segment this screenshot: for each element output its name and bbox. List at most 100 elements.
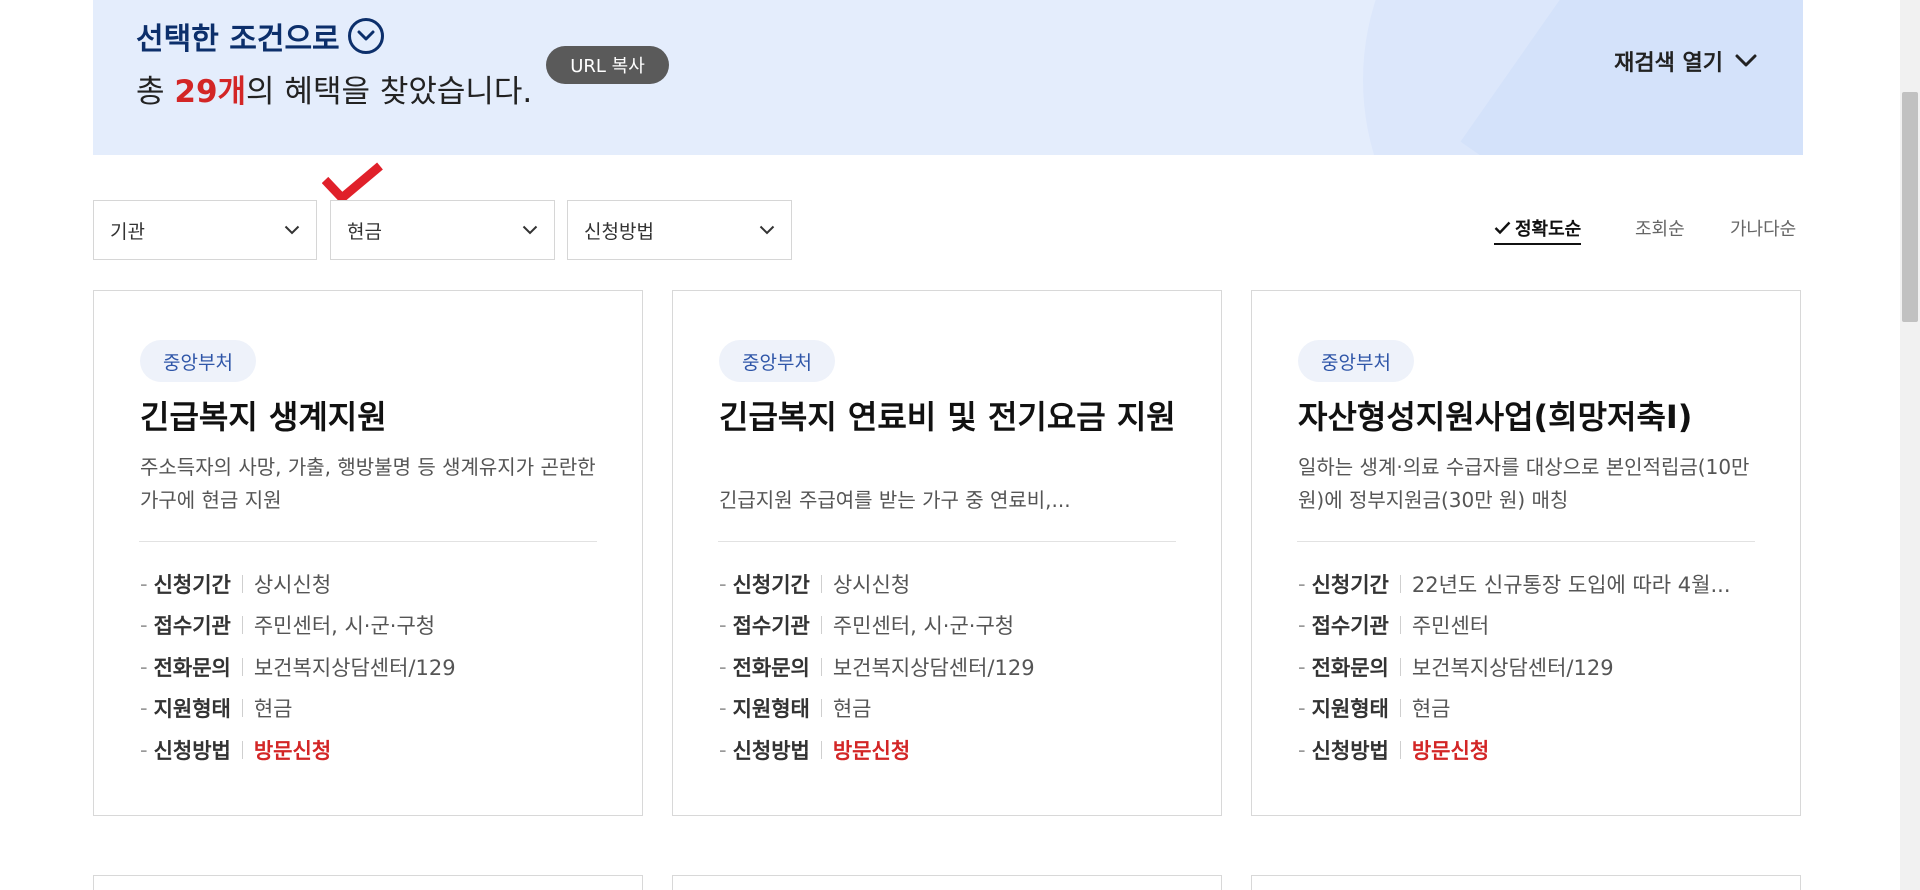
card-description: 긴급지원 주급여를 받는 가구 중 연료비,... bbox=[719, 488, 1071, 512]
benefit-card[interactable]: 중앙부처 긴급복지 생계지원 주소득자의 사망, 가출, 행방불명 등 생계유지… bbox=[93, 290, 643, 816]
info-value: 주민센터, 시·군·구청 bbox=[832, 614, 1015, 639]
dash-bullet: - bbox=[140, 737, 148, 762]
info-row: - 신청방법 방문신청 bbox=[719, 729, 1189, 771]
info-label: 신청방법 bbox=[1311, 738, 1389, 763]
dash-bullet: - bbox=[719, 654, 727, 679]
info-value: 보건복지상담센터/129 bbox=[253, 655, 456, 680]
separator bbox=[820, 616, 822, 635]
info-row: - 신청기간 22년도 신규통장 도입에 따라 4월... bbox=[1298, 563, 1768, 605]
info-label: 신청방법 bbox=[732, 738, 810, 763]
info-value: 상시신청 bbox=[253, 572, 332, 597]
chevron-down-icon bbox=[522, 225, 538, 235]
info-row: - 신청방법 방문신청 bbox=[1298, 729, 1768, 771]
dash-bullet: - bbox=[1298, 737, 1306, 762]
card-description: 일하는 생계·의료 수급자를 대상으로 본인적립금(10만 원)에 정부지원금(… bbox=[1298, 455, 1750, 512]
separator bbox=[820, 699, 822, 718]
info-value: 현금 bbox=[1411, 697, 1451, 722]
info-row: - 지원형태 현금 bbox=[719, 688, 1189, 730]
url-copy-button[interactable]: URL 복사 bbox=[546, 46, 669, 84]
info-label: 전화문의 bbox=[1311, 655, 1389, 680]
dash-bullet: - bbox=[1298, 571, 1306, 596]
info-row: - 신청방법 방문신청 bbox=[140, 729, 610, 771]
info-value: 22년도 신규통장 도입에 따라 4월... bbox=[1411, 572, 1731, 597]
condition-toggle[interactable]: 선택한 조건으로 bbox=[136, 14, 384, 58]
separator bbox=[241, 616, 243, 635]
card-title[interactable]: 자산형성지원사업(희망저축Ⅰ) bbox=[1298, 397, 1768, 437]
dash-bullet: - bbox=[719, 737, 727, 762]
card-divider bbox=[139, 541, 597, 542]
info-value: 보건복지상담센터/129 bbox=[1411, 655, 1614, 680]
page-scrollbar[interactable] bbox=[1900, 0, 1920, 890]
info-label: 신청기간 bbox=[732, 572, 810, 597]
info-label: 지원형태 bbox=[153, 697, 231, 722]
result-summary: 총 29개의 혜택을 찾았습니다. bbox=[136, 66, 532, 111]
scrollbar-thumb[interactable] bbox=[1902, 92, 1918, 322]
separator bbox=[1399, 740, 1401, 759]
filter-label: 기관 bbox=[110, 220, 145, 243]
card-divider bbox=[718, 541, 1176, 542]
separator bbox=[241, 740, 243, 759]
info-label: 접수기관 bbox=[153, 614, 231, 639]
card-badge: 중앙부처 bbox=[1298, 340, 1414, 382]
filter-label: 현금 bbox=[347, 220, 382, 243]
info-value: 상시신청 bbox=[832, 572, 911, 597]
info-row: - 접수기관 주민센터, 시·군·구청 bbox=[140, 605, 610, 647]
dash-bullet: - bbox=[1298, 696, 1306, 721]
dash-bullet: - bbox=[140, 571, 148, 596]
condition-title: 선택한 조건으로 bbox=[136, 22, 340, 57]
info-value-highlight: 방문신청 bbox=[253, 738, 332, 763]
separator bbox=[1399, 574, 1401, 593]
sort-accuracy[interactable]: 정확도순 bbox=[1494, 215, 1582, 245]
card-info-list: - 신청기간 상시신청 - 접수기관 주민센터, 시·군·구청 - 전화문의 보건복지상담센… bbox=[719, 563, 1189, 771]
sort-alphabetical[interactable]: 가나다순 bbox=[1730, 215, 1796, 241]
page: 선택한 조건으로 총 29개의 혜택을 찾았습니다. URL 복사 재검색 열기… bbox=[0, 0, 1920, 890]
research-label: 재검색 열기 bbox=[1614, 51, 1723, 76]
filter-agency-select[interactable]: 기관 bbox=[93, 200, 317, 260]
info-label: 전화문의 bbox=[153, 655, 231, 680]
card-title[interactable]: 긴급복지 연료비 및 전기요금 지원 bbox=[719, 397, 1189, 437]
info-label: 접수기관 bbox=[1311, 614, 1389, 639]
card-info-list: - 신청기간 상시신청 - 접수기관 주민센터, 시·군·구청 - 전화문의 보건복지상담센… bbox=[140, 563, 610, 771]
info-value: 현금 bbox=[253, 697, 293, 722]
info-label: 접수기관 bbox=[732, 614, 810, 639]
dash-bullet: - bbox=[719, 696, 727, 721]
check-icon bbox=[1494, 221, 1511, 235]
separator bbox=[1399, 657, 1401, 676]
info-label: 지원형태 bbox=[732, 697, 810, 722]
info-row: - 지원형태 현금 bbox=[1298, 688, 1768, 730]
info-value-highlight: 방문신청 bbox=[1411, 738, 1490, 763]
info-label: 전화문의 bbox=[732, 655, 810, 680]
separator bbox=[820, 574, 822, 593]
dash-bullet: - bbox=[140, 654, 148, 679]
benefit-card[interactable]: 중앙부처 긴급복지 연료비 및 전기요금 지원 긴급지원 주급여를 받는 가구 … bbox=[672, 290, 1222, 816]
dash-bullet: - bbox=[140, 696, 148, 721]
sort-views[interactable]: 조회순 bbox=[1635, 215, 1685, 241]
card-description: 주소득자의 사망, 가출, 행방불명 등 생계유지가 곤란한 가구에 현금 지원 bbox=[140, 455, 596, 512]
research-open-button[interactable]: 재검색 열기 bbox=[1614, 45, 1757, 77]
card-title[interactable]: 긴급복지 생계지원 bbox=[140, 397, 610, 437]
card-badge: 중앙부처 bbox=[719, 340, 835, 382]
chevron-down-icon bbox=[284, 225, 300, 235]
benefit-card-partial[interactable] bbox=[672, 875, 1222, 890]
info-label: 신청기간 bbox=[1311, 572, 1389, 597]
benefit-card-partial[interactable] bbox=[1251, 875, 1801, 890]
info-label: 신청기간 bbox=[153, 572, 231, 597]
info-row: - 신청기간 상시신청 bbox=[140, 563, 610, 605]
filter-apply-method-select[interactable]: 신청방법 bbox=[567, 200, 792, 260]
benefit-card-partial[interactable] bbox=[93, 875, 643, 890]
chevron-down-icon bbox=[759, 225, 775, 235]
info-row: - 신청기간 상시신청 bbox=[719, 563, 1189, 605]
benefit-card[interactable]: 중앙부처 자산형성지원사업(희망저축Ⅰ) 일하는 생계·의료 수급자를 대상으로… bbox=[1251, 290, 1801, 816]
info-row: - 전화문의 보건복지상담센터/129 bbox=[140, 646, 610, 688]
separator bbox=[820, 657, 822, 676]
chevron-down-circle-icon[interactable] bbox=[347, 18, 384, 54]
dash-bullet: - bbox=[1298, 613, 1306, 638]
chevron-down-icon bbox=[1735, 54, 1757, 67]
filter-support-type-select[interactable]: 현금 bbox=[330, 200, 555, 260]
info-row: - 전화문의 보건복지상담센터/129 bbox=[719, 646, 1189, 688]
separator bbox=[241, 574, 243, 593]
dash-bullet: - bbox=[1298, 654, 1306, 679]
info-row: - 전화문의 보건복지상담센터/129 bbox=[1298, 646, 1768, 688]
filter-label: 신청방법 bbox=[584, 220, 654, 243]
separator bbox=[241, 657, 243, 676]
